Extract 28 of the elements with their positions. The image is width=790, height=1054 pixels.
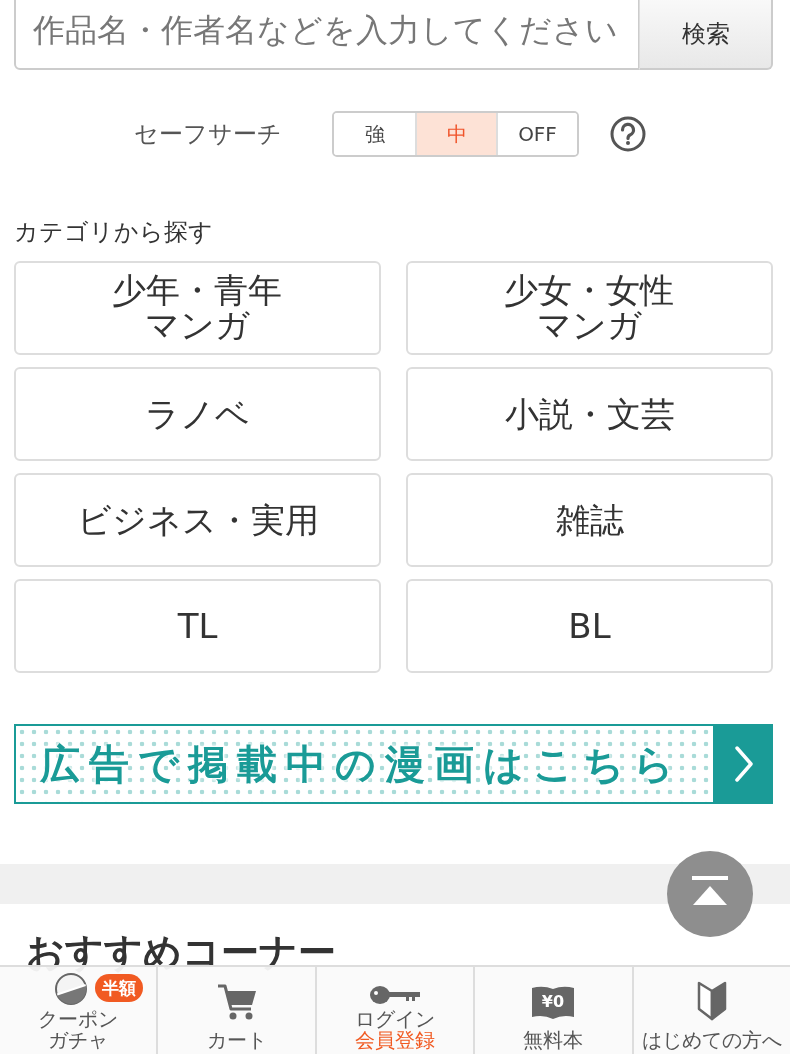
- book-icon: ¥0: [531, 985, 576, 1021]
- category-button[interactable]: ビジネス・実用: [14, 473, 381, 567]
- beginner-mark-icon: [696, 981, 727, 1021]
- nav-item[interactable]: はじめての方へ: [633, 967, 790, 1054]
- search-field[interactable]: 作品名・作者名などを入力してください: [14, 0, 639, 70]
- search-button[interactable]: 検索: [639, 0, 773, 70]
- safe-search-option[interactable]: OFF: [496, 113, 577, 155]
- nav-item[interactable]: ログイン 会員登録: [316, 967, 476, 1054]
- cart-icon: [216, 983, 257, 1021]
- key-icon: [370, 984, 420, 1006]
- capsule-ball-icon: [54, 972, 89, 1006]
- help-icon[interactable]: [610, 116, 646, 152]
- category-button[interactable]: TL: [14, 579, 381, 673]
- discount-badge: 半額: [95, 974, 143, 1002]
- nav-item[interactable]: 半額 クーポンガチャ: [0, 967, 159, 1054]
- nav-item[interactable]: カート: [158, 967, 317, 1054]
- category-button[interactable]: BL: [406, 579, 773, 673]
- category-button[interactable]: 少女・女性マンガ: [406, 261, 773, 355]
- category-button[interactable]: 小説・文芸: [406, 367, 773, 461]
- category-button[interactable]: 少年・青年マンガ: [14, 261, 381, 355]
- category-button[interactable]: 雑誌: [406, 473, 773, 567]
- safe-search-label: セーフサーチ: [134, 119, 282, 150]
- top-arrow-icon: [692, 876, 728, 906]
- category-button[interactable]: ラノベ: [14, 367, 381, 461]
- section-title: カテゴリから探す: [14, 218, 213, 246]
- chevron-right-icon: [713, 726, 771, 802]
- banner-text: 広告で掲載中の漫画はこちら: [40, 739, 683, 789]
- nav-item[interactable]: ¥0 無料本: [475, 967, 634, 1054]
